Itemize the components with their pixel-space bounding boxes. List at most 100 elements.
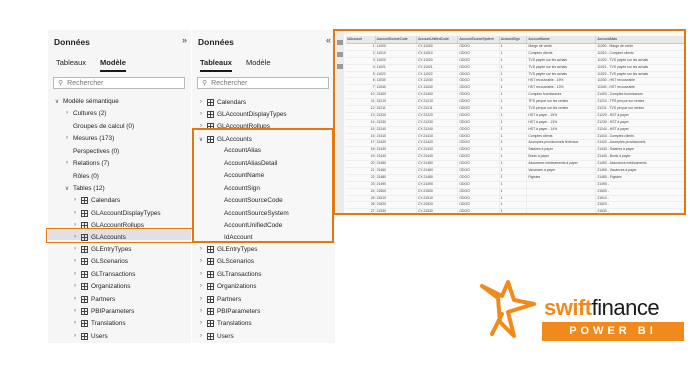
chevron-right-icon[interactable]: › bbox=[72, 320, 78, 326]
swift-bird-icon bbox=[480, 280, 536, 338]
table-item-users[interactable]: › Users bbox=[198, 331, 234, 341]
table-item-label: Partners bbox=[217, 295, 242, 303]
table-icon bbox=[81, 196, 88, 204]
chevron-right-icon[interactable]: › bbox=[72, 246, 78, 252]
tab-tableaux[interactable]: Tableaux bbox=[56, 58, 86, 72]
tree-item-gltransactions[interactable]: › GLTransactions bbox=[72, 269, 135, 279]
highlight-table-preview bbox=[333, 29, 686, 215]
search-input[interactable]: ⚲ Rechercher bbox=[53, 77, 185, 89]
search-input[interactable]: ⚲ Rechercher bbox=[197, 77, 329, 89]
chevron-right-icon[interactable]: › bbox=[198, 246, 204, 252]
table-icon bbox=[81, 209, 88, 217]
expand-pane-icon[interactable]: « bbox=[326, 35, 331, 45]
tree-item-glentrytypes[interactable]: › GLEntryTypes bbox=[72, 244, 132, 254]
tree-item-label: GLAccountDisplayTypes bbox=[91, 209, 161, 217]
pane-tabs: Tableaux Modèle bbox=[200, 58, 271, 72]
tree-item-calendars[interactable]: › Calendars bbox=[72, 195, 120, 205]
tree-item-groupes-de-calcul-0[interactable]: Groupes de calcul (0) bbox=[64, 121, 134, 131]
swiftfinance-logo: swiftfinance POWER BI bbox=[478, 278, 688, 362]
chevron-right-icon[interactable]: › bbox=[72, 210, 78, 216]
table-item-translations[interactable]: › Translations bbox=[198, 318, 252, 328]
pane-title: Données bbox=[54, 37, 90, 47]
tree-item-label: Groupes de calcul (0) bbox=[73, 122, 135, 130]
tab-tableaux[interactable]: Tableaux bbox=[200, 58, 232, 72]
chevron-right-icon[interactable]: › bbox=[72, 333, 78, 339]
chevron-right-icon[interactable]: › bbox=[72, 271, 78, 277]
tree-item-label: Perspectives (0) bbox=[73, 147, 120, 155]
table-item-glscenarios[interactable]: › GLScenarios bbox=[198, 256, 254, 266]
table-item-label: GLAccountDisplayTypes bbox=[217, 110, 287, 118]
table-icon bbox=[81, 295, 88, 303]
tree-item-label: Modèle sémantique bbox=[63, 97, 119, 105]
table-item-label: GLEntryTypes bbox=[217, 245, 258, 253]
chevron-right-icon[interactable]: › bbox=[198, 111, 204, 117]
collapse-pane-icon[interactable]: » bbox=[182, 35, 187, 45]
table-icon bbox=[81, 307, 88, 315]
tree-item-organizations[interactable]: › Organizations bbox=[72, 281, 130, 291]
table-item-label: Users bbox=[217, 332, 234, 340]
tree-item-mesures-173[interactable]: › Mesures (173) bbox=[64, 133, 114, 143]
table-icon bbox=[207, 270, 214, 278]
tree-item-label: Cultures (2) bbox=[73, 109, 107, 117]
tree-item-perspectives-0[interactable]: Perspectives (0) bbox=[64, 146, 119, 156]
search-placeholder: Rechercher bbox=[67, 79, 104, 87]
chevron-down-icon[interactable]: ∨ bbox=[64, 185, 70, 192]
tree-item-relations-7[interactable]: › Relations (7) bbox=[64, 158, 109, 168]
table-icon bbox=[207, 245, 214, 253]
chevron-right-icon[interactable]: › bbox=[198, 99, 204, 105]
chevron-right-icon[interactable]: › bbox=[72, 197, 78, 203]
table-item-pbiparameters[interactable]: › PBIParameters bbox=[198, 306, 260, 316]
chevron-right-icon[interactable]: › bbox=[72, 296, 78, 302]
tree-item-glaccountdisplaytypes[interactable]: › GLAccountDisplayTypes bbox=[72, 208, 161, 218]
table-item-calendars[interactable]: › Calendars bbox=[198, 97, 246, 107]
search-placeholder: Rechercher bbox=[211, 79, 248, 87]
table-item-glaccountdisplaytypes[interactable]: › GLAccountDisplayTypes bbox=[198, 109, 287, 119]
search-icon: ⚲ bbox=[202, 80, 208, 87]
table-item-gltransactions[interactable]: › GLTransactions bbox=[198, 269, 261, 279]
tree-item-label: Mesures (173) bbox=[73, 134, 115, 142]
tree-item-users[interactable]: › Users bbox=[72, 331, 108, 341]
table-item-label: Translations bbox=[217, 319, 252, 327]
tree-item-label: PBIParameters bbox=[91, 307, 135, 315]
chevron-right-icon[interactable]: › bbox=[198, 296, 204, 302]
table-item-glentrytypes[interactable]: › GLEntryTypes bbox=[198, 244, 258, 254]
tree-item-tables-12[interactable]: ∨ Tables (12) bbox=[64, 183, 105, 193]
chevron-right-icon[interactable]: › bbox=[198, 320, 204, 326]
table-icon bbox=[81, 282, 88, 290]
table-icon bbox=[207, 332, 214, 340]
tree-item-partners[interactable]: › Partners bbox=[72, 294, 115, 304]
tab-modele[interactable]: Modèle bbox=[246, 58, 271, 72]
tree-item-label: Relations (7) bbox=[73, 159, 110, 167]
chevron-right-icon[interactable]: › bbox=[72, 283, 78, 289]
table-item-label: GLTransactions bbox=[217, 270, 262, 278]
chevron-down-icon[interactable]: ∨ bbox=[54, 98, 60, 105]
chevron-right-icon[interactable]: › bbox=[198, 308, 204, 314]
pane-tabs: Tableaux Modèle bbox=[56, 58, 126, 72]
tree-item-translations[interactable]: › Translations bbox=[72, 318, 126, 328]
table-item-partners[interactable]: › Partners bbox=[198, 294, 241, 304]
tree-item-modele-semantique[interactable]: ∨ Modèle sémantique bbox=[54, 96, 119, 106]
chevron-right-icon[interactable]: › bbox=[198, 258, 204, 264]
tree-item-cultures-2[interactable]: › Cultures (2) bbox=[64, 108, 106, 118]
chevron-right-icon[interactable]: › bbox=[198, 271, 204, 277]
chevron-right-icon[interactable]: › bbox=[64, 110, 70, 116]
tab-modele[interactable]: Modèle bbox=[100, 58, 126, 72]
table-icon bbox=[207, 282, 214, 290]
tree-item-glscenarios[interactable]: › GLScenarios bbox=[72, 256, 128, 266]
table-item-organizations[interactable]: › Organizations bbox=[198, 281, 256, 291]
chevron-right-icon[interactable]: › bbox=[198, 283, 204, 289]
search-icon: ⚲ bbox=[58, 80, 64, 87]
chevron-right-icon[interactable]: › bbox=[64, 160, 70, 166]
chevron-right-icon[interactable]: › bbox=[72, 308, 78, 314]
chevron-right-icon[interactable]: › bbox=[72, 258, 78, 264]
table-item-label: Calendars bbox=[217, 98, 247, 106]
tree-item-label: Calendars bbox=[91, 196, 121, 204]
highlight-glaccounts-row bbox=[46, 228, 194, 243]
table-icon bbox=[207, 98, 214, 106]
tree-item-roles-0[interactable]: Rôles (0) bbox=[64, 171, 99, 181]
chevron-right-icon[interactable]: › bbox=[198, 333, 204, 339]
table-icon bbox=[207, 319, 214, 327]
table-item-label: GLScenarios bbox=[217, 257, 254, 265]
chevron-right-icon[interactable]: › bbox=[64, 135, 70, 141]
tree-item-pbiparameters[interactable]: › PBIParameters bbox=[72, 306, 134, 316]
